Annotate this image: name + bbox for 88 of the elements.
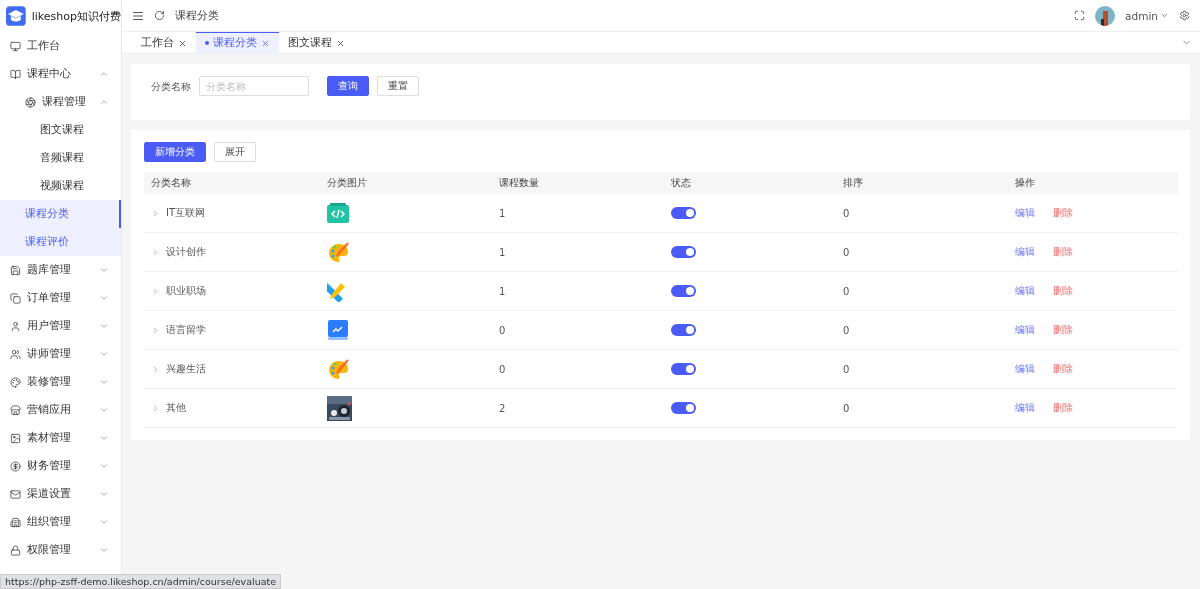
table-cell: 0 <box>499 324 506 336</box>
chevron-down-icon <box>99 293 109 303</box>
search-button[interactable]: 查询 <box>327 76 369 96</box>
chevron-down-icon <box>99 433 109 443</box>
refresh-icon[interactable] <box>154 10 165 21</box>
expand-button[interactable]: 展开 <box>214 142 256 162</box>
chevron-down-icon <box>1160 11 1169 20</box>
chevron-down-icon <box>99 405 109 415</box>
edit-link[interactable]: 编辑 <box>1015 284 1035 298</box>
table-cell: 设计创作 <box>166 245 206 259</box>
sidebar-item[interactable]: 课程分类 <box>0 200 121 228</box>
table-cell: 0 <box>843 402 850 414</box>
status-switch[interactable] <box>671 246 696 258</box>
table-cell: 1 <box>499 285 506 297</box>
close-icon[interactable] <box>261 38 270 48</box>
status-switch[interactable] <box>671 207 696 219</box>
chevron-down-icon <box>99 377 109 387</box>
field-label: 分类名称 <box>151 80 191 94</box>
edit-link[interactable]: 编辑 <box>1015 401 1035 415</box>
chevron-up-icon <box>99 97 109 107</box>
table-cell: 1 <box>499 246 506 258</box>
chevron-down-icon <box>99 349 109 359</box>
sidebar-item[interactable]: 课程评价 <box>0 228 121 256</box>
table-cell: 0 <box>499 363 506 375</box>
fullscreen-icon[interactable] <box>1074 10 1086 21</box>
table-cell: 0 <box>843 285 850 297</box>
documents-icon <box>10 292 21 304</box>
monitor-icon <box>10 40 21 52</box>
building-icon <box>10 516 21 528</box>
column-header: 排序 <box>836 172 1008 194</box>
palette-icon <box>10 376 21 388</box>
table-cell: 兴趣生活 <box>166 362 206 376</box>
table-cell: 0 <box>843 246 850 258</box>
chevron-down-icon <box>99 321 109 331</box>
edit-link[interactable]: 编辑 <box>1015 323 1035 337</box>
edit-link[interactable]: 编辑 <box>1015 206 1035 220</box>
settings-icon[interactable] <box>1179 10 1190 21</box>
chevron-down-icon <box>99 265 109 275</box>
table-cell: 0 <box>843 363 850 375</box>
avatar[interactable] <box>1095 5 1116 26</box>
chevron-down-icon <box>99 517 109 527</box>
palette-icon <box>327 358 349 380</box>
lock-icon <box>10 544 21 556</box>
status-switch[interactable] <box>671 363 696 375</box>
column-header: 状态 <box>664 172 836 194</box>
chart-monitor-icon <box>327 319 349 341</box>
table-cell: 语言留学 <box>166 323 206 337</box>
store-icon <box>10 404 21 416</box>
table-cell: 职业职场 <box>166 284 206 298</box>
table-cell: 0 <box>843 207 850 219</box>
chevron-down-icon <box>99 461 109 471</box>
users-icon <box>10 348 21 360</box>
add-button[interactable]: 新增分类 <box>144 142 206 162</box>
chevron-up-icon <box>99 69 109 79</box>
status-switch[interactable] <box>671 402 696 414</box>
app-title: likeshop知识付费 <box>31 8 121 24</box>
table-cell: 2 <box>499 402 506 414</box>
column-header: 分类名称 <box>144 172 320 194</box>
image-icon <box>10 432 21 444</box>
table-cell: IT互联网 <box>166 206 206 220</box>
link-url-tooltip: https://php-zsff-demo.likeshop.cn/admin/course/evaluate <box>0 574 282 589</box>
column-header: 分类图片 <box>320 172 492 194</box>
edit-link[interactable]: 编辑 <box>1015 245 1035 259</box>
reset-button[interactable]: 重置 <box>377 76 419 96</box>
edit-link[interactable]: 编辑 <box>1015 362 1035 376</box>
book-icon <box>10 68 21 80</box>
logo-icon <box>6 6 26 26</box>
table-cell: 其他 <box>166 401 186 415</box>
user-menu[interactable]: admin <box>1125 9 1169 22</box>
page-tab[interactable]: 课程分类 <box>196 32 279 53</box>
close-icon[interactable] <box>336 38 345 48</box>
coin-icon <box>10 460 21 472</box>
status-switch[interactable] <box>671 285 696 297</box>
column-header: 操作 <box>1008 172 1178 194</box>
status-switch[interactable] <box>671 324 696 336</box>
palette-icon <box>327 241 349 263</box>
aperture-icon <box>25 96 36 108</box>
column-header: 课程数量 <box>492 172 664 194</box>
mail-icon <box>10 488 21 500</box>
table-cell: 0 <box>843 324 850 336</box>
user-icon <box>10 320 21 332</box>
breadcrumb: 课程分类 <box>175 8 220 23</box>
menu-icon[interactable] <box>132 9 144 22</box>
chevron-down-icon <box>99 545 109 555</box>
table-cell: 1 <box>499 207 506 219</box>
code-folder-icon <box>327 203 349 223</box>
close-icon[interactable] <box>178 38 187 48</box>
chevron-down-icon <box>99 489 109 499</box>
